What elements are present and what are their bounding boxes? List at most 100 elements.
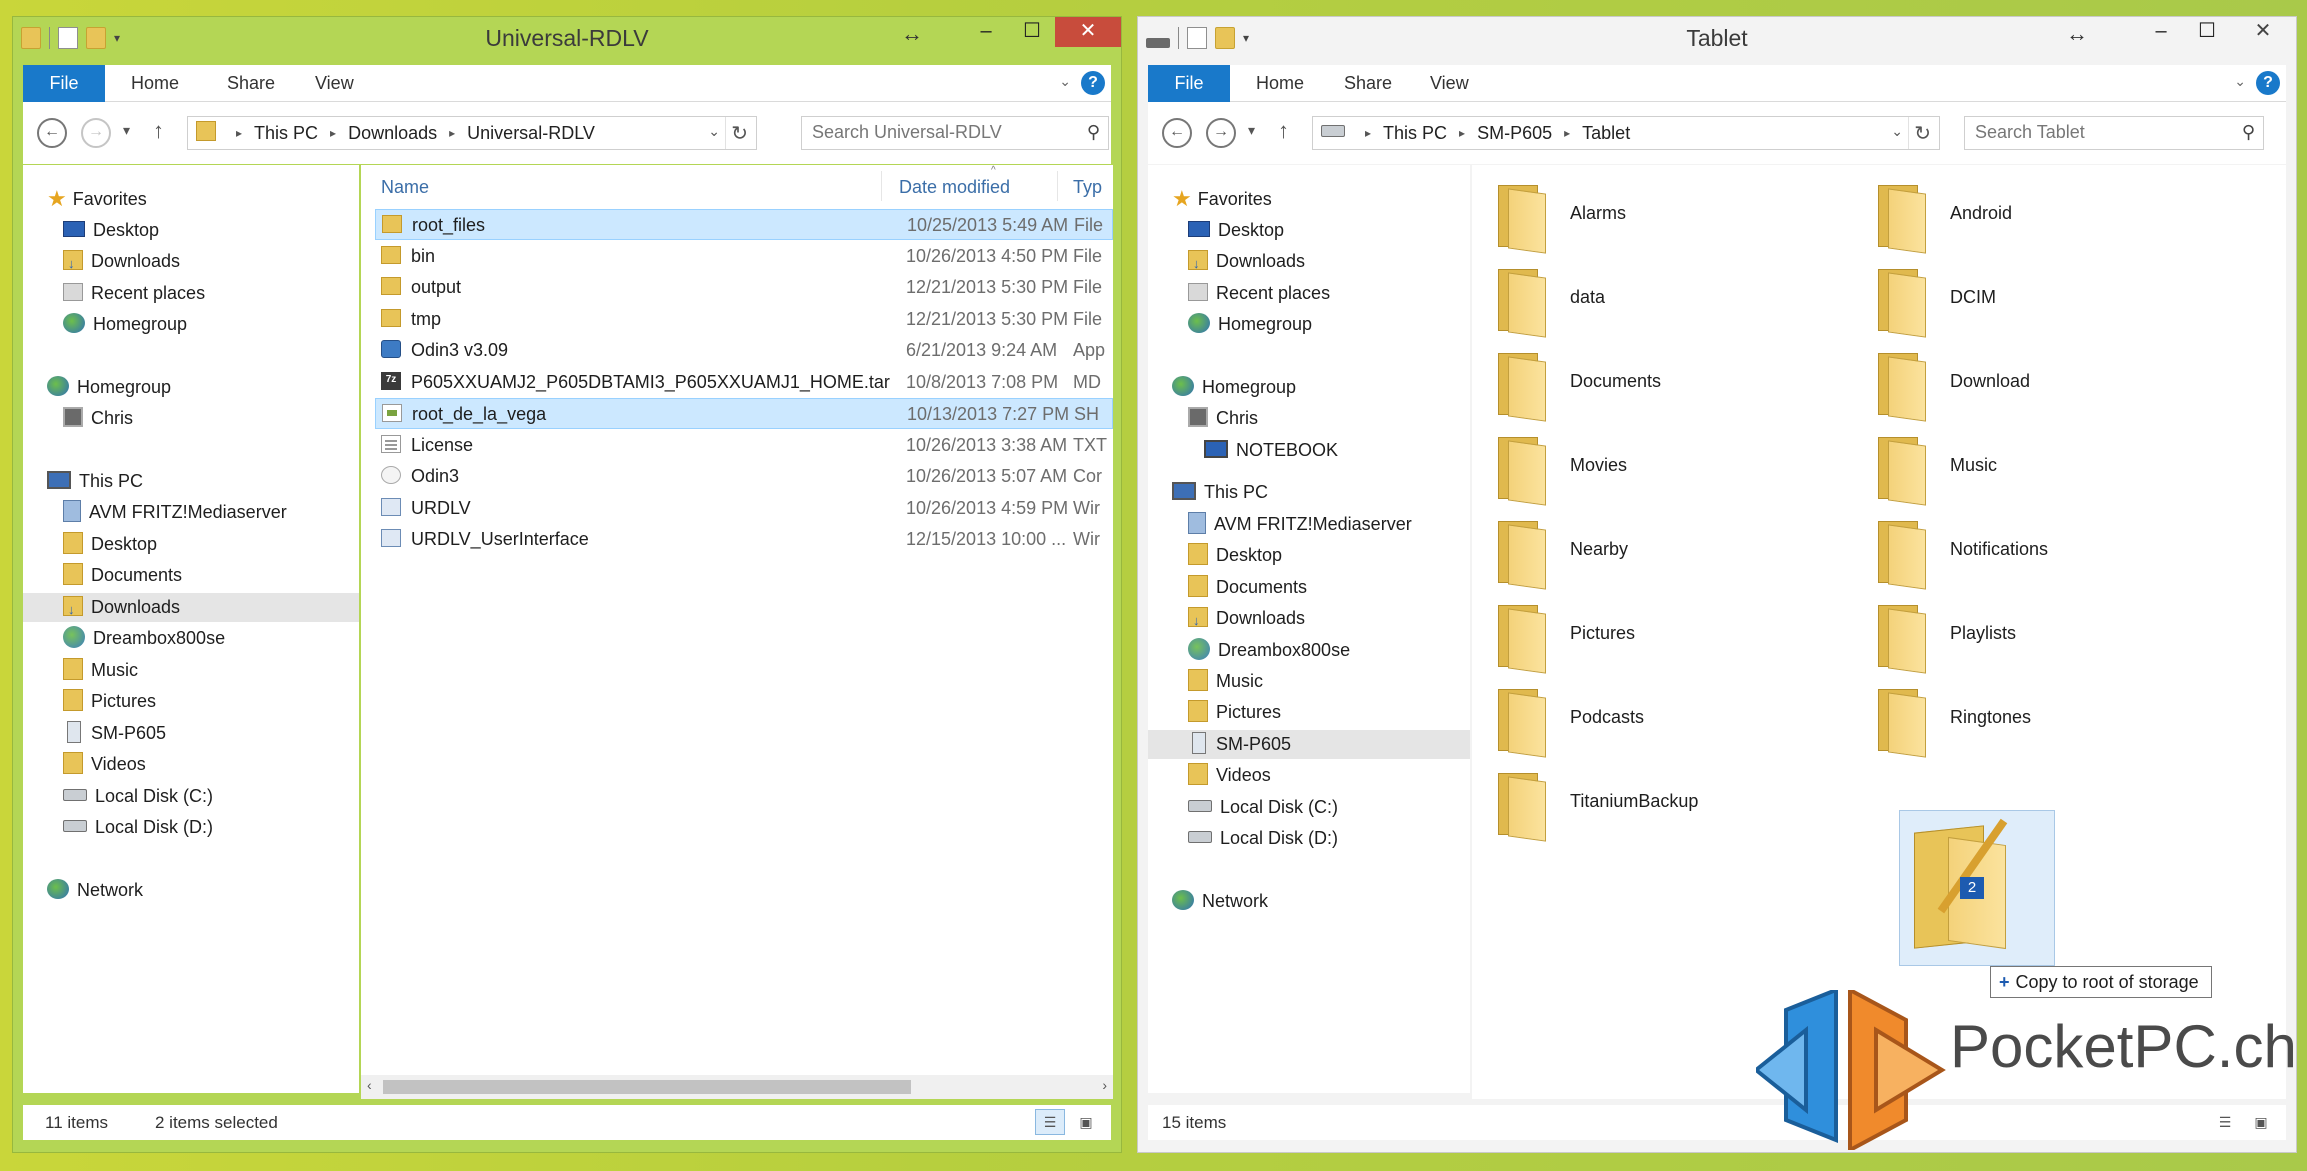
file-row[interactable]: Odin3 v3.09 6/21/2013 9:24 AM App bbox=[375, 335, 1113, 366]
nav-videos[interactable]: Videos bbox=[63, 750, 146, 779]
nav-sm-p605[interactable]: SM-P605 bbox=[63, 719, 166, 748]
scrollbar-thumb[interactable] bbox=[383, 1080, 911, 1094]
folder-tile[interactable]: Playlists bbox=[1874, 599, 2254, 683]
file-list-pane[interactable]: ^ Name Date modified Typ root_files 10/25… bbox=[361, 165, 1113, 1099]
tab-share[interactable]: Share bbox=[1344, 65, 1392, 102]
nav-homegroup-favorite[interactable]: Homegroup bbox=[63, 310, 187, 339]
nav-avm-mediaserver[interactable]: AVM FRITZ!Mediaserver bbox=[63, 498, 287, 527]
folder-tile[interactable]: Movies bbox=[1494, 431, 1874, 515]
help-icon[interactable]: ? bbox=[2256, 71, 2280, 95]
forward-button[interactable]: → bbox=[1206, 118, 1236, 148]
back-button[interactable]: ← bbox=[37, 118, 67, 148]
large-icons-view-icon[interactable]: ▣ bbox=[1071, 1109, 1101, 1135]
file-row[interactable]: Odin3 10/26/2013 5:07 AM Cor bbox=[375, 461, 1113, 492]
title-bar[interactable]: ▾ Universal-RDLV ↔ – ☐ ✕ bbox=[13, 17, 1121, 63]
refresh-icon[interactable]: ↻ bbox=[731, 121, 748, 146]
nav-local-disk-c[interactable]: Local Disk (C:) bbox=[1188, 793, 1338, 822]
breadcrumb-this-pc[interactable]: This PC bbox=[1383, 123, 1447, 144]
column-date-modified[interactable]: Date modified bbox=[899, 177, 1010, 198]
nav-dreambox[interactable]: Dreambox800se bbox=[1188, 636, 1350, 665]
nav-network[interactable]: Network bbox=[1172, 887, 1268, 916]
folder-tile[interactable]: Notifications bbox=[1874, 515, 2254, 599]
forward-button[interactable]: → bbox=[81, 118, 111, 148]
folder-tile[interactable]: Nearby bbox=[1494, 515, 1874, 599]
nav-pc-desktop[interactable]: Desktop bbox=[1188, 541, 1282, 570]
up-button[interactable]: ↑ bbox=[1278, 118, 1289, 144]
scroll-left-icon[interactable]: ‹ bbox=[367, 1077, 372, 1093]
breadcrumb-universal-rdlv[interactable]: Universal-RDLV bbox=[467, 123, 595, 144]
file-row[interactable]: root_files 10/25/2013 5:49 AM File bbox=[375, 209, 1113, 240]
nav-favorites[interactable]: ★ Favorites bbox=[47, 185, 147, 214]
nav-documents[interactable]: Documents bbox=[1188, 573, 1307, 602]
help-icon[interactable]: ? bbox=[1081, 71, 1105, 95]
folder-grid-pane[interactable]: Alarms Android data DCIM Documents Download Mo… bbox=[1472, 165, 2286, 1099]
file-row[interactable]: root_de_la_vega 10/13/2013 7:27 PM SH bbox=[375, 398, 1113, 429]
nav-homegroup[interactable]: Homegroup bbox=[47, 373, 171, 402]
address-dropdown-icon[interactable]: ⌄ bbox=[708, 123, 720, 140]
nav-homegroup[interactable]: Homegroup bbox=[1172, 373, 1296, 402]
nav-sm-p605[interactable]: SM-P605 bbox=[1148, 730, 1470, 759]
search-input[interactable]: Search Tablet ⚲ bbox=[1964, 116, 2264, 150]
recent-locations-icon[interactable]: ▾ bbox=[1248, 122, 1255, 139]
tab-home[interactable]: Home bbox=[131, 65, 179, 102]
back-button[interactable]: ← bbox=[1162, 118, 1192, 148]
breadcrumb-this-pc[interactable]: This PC bbox=[254, 123, 318, 144]
nav-local-disk-c[interactable]: Local Disk (C:) bbox=[63, 782, 213, 811]
folder-tile[interactable]: data bbox=[1494, 263, 1874, 347]
folder-tile[interactable]: TitaniumBackup bbox=[1494, 767, 1874, 851]
navigation-pane[interactable]: ★Favorites Desktop Downloads Recent plac… bbox=[23, 165, 359, 1093]
close-button[interactable]: ✕ bbox=[2230, 17, 2296, 47]
minimize-button[interactable]: – bbox=[2138, 17, 2184, 47]
file-row[interactable]: URDLV 10/26/2013 4:59 PM Wir bbox=[375, 493, 1113, 524]
folder-tile[interactable]: Ringtones bbox=[1874, 683, 2254, 767]
tab-share[interactable]: Share bbox=[227, 65, 275, 102]
nav-pictures[interactable]: Pictures bbox=[1188, 698, 1281, 727]
refresh-icon[interactable]: ↻ bbox=[1914, 121, 1931, 146]
nav-downloads[interactable]: Downloads bbox=[63, 247, 180, 278]
nav-downloads[interactable]: Downloads bbox=[1188, 247, 1305, 278]
breadcrumb-tablet[interactable]: Tablet bbox=[1582, 123, 1630, 144]
maximize-button[interactable]: ☐ bbox=[1009, 17, 1055, 47]
nav-desktop[interactable]: Desktop bbox=[63, 216, 159, 245]
search-icon[interactable]: ⚲ bbox=[1087, 122, 1100, 143]
folder-tile[interactable]: DCIM bbox=[1874, 263, 2254, 347]
tab-view[interactable]: View bbox=[1430, 65, 1469, 102]
search-icon[interactable]: ⚲ bbox=[2242, 122, 2255, 143]
file-row[interactable]: 7z P605XXUAMJ2_P605DBTAMI3_P605XXUAMJ1_HO… bbox=[375, 367, 1113, 398]
scroll-right-icon[interactable]: › bbox=[1102, 1077, 1107, 1093]
nav-local-disk-d[interactable]: Local Disk (D:) bbox=[63, 813, 213, 842]
file-row[interactable]: tmp 12/21/2013 5:30 PM File bbox=[375, 304, 1113, 335]
recent-locations-icon[interactable]: ▾ bbox=[123, 122, 130, 139]
nav-desktop[interactable]: Desktop bbox=[1188, 216, 1284, 245]
tab-home[interactable]: Home bbox=[1256, 65, 1304, 102]
expand-ribbon-icon[interactable]: ⌄ bbox=[1059, 73, 1071, 90]
folder-tile[interactable]: Music bbox=[1874, 431, 2254, 515]
breadcrumb-sm-p605[interactable]: SM-P605 bbox=[1477, 123, 1552, 144]
column-name[interactable]: Name bbox=[381, 177, 429, 198]
explorer-window-universal-rdlv[interactable]: ▾ Universal-RDLV ↔ – ☐ ✕ File Home Share… bbox=[12, 16, 1122, 1153]
nav-network[interactable]: Network bbox=[47, 876, 143, 905]
up-button[interactable]: ↑ bbox=[153, 118, 164, 144]
file-row[interactable]: URDLV_UserInterface 12/15/2013 10:00 ... W… bbox=[375, 524, 1113, 555]
nav-avm-mediaserver[interactable]: AVM FRITZ!Mediaserver bbox=[1188, 510, 1412, 539]
folder-tile[interactable]: Download bbox=[1874, 347, 2254, 431]
expand-ribbon-icon[interactable]: ⌄ bbox=[2234, 73, 2246, 90]
tab-view[interactable]: View bbox=[315, 65, 354, 102]
column-type[interactable]: Typ bbox=[1073, 177, 1102, 198]
minimize-button[interactable]: – bbox=[963, 17, 1009, 47]
folder-tile[interactable]: Documents bbox=[1494, 347, 1874, 431]
tab-file[interactable]: File bbox=[1148, 65, 1230, 102]
folder-tile[interactable]: Pictures bbox=[1494, 599, 1874, 683]
address-dropdown-icon[interactable]: ⌄ bbox=[1891, 123, 1903, 140]
file-row[interactable]: License 10/26/2013 3:38 AM TXT bbox=[375, 430, 1113, 461]
tab-file[interactable]: File bbox=[23, 65, 105, 102]
search-input[interactable]: Search Universal-RDLV ⚲ bbox=[801, 116, 1109, 150]
breadcrumb-downloads[interactable]: Downloads bbox=[348, 123, 437, 144]
details-view-icon[interactable]: ☰ bbox=[1035, 1109, 1065, 1135]
nav-music[interactable]: Music bbox=[1188, 667, 1263, 696]
nav-music[interactable]: Music bbox=[63, 656, 138, 685]
folder-tile[interactable]: Podcasts bbox=[1494, 683, 1874, 767]
nav-recent-places[interactable]: Recent places bbox=[1188, 279, 1330, 308]
folder-tile[interactable]: Alarms bbox=[1494, 179, 1874, 263]
nav-recent-places[interactable]: Recent places bbox=[63, 279, 205, 308]
